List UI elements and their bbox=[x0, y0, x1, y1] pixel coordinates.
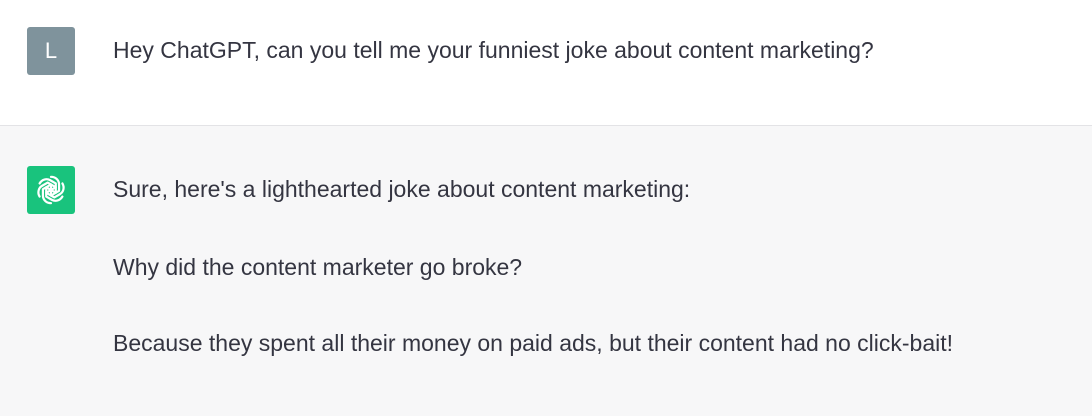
assistant-paragraph: Why did the content marketer go broke? bbox=[113, 254, 523, 280]
assistant-paragraph: Because they spent all their money on pa… bbox=[113, 330, 954, 356]
assistant-message: Sure, here's a lighthearted joke about c… bbox=[0, 126, 1092, 416]
user-message: L Hey ChatGPT, can you tell me your funn… bbox=[0, 0, 1092, 126]
assistant-avatar bbox=[27, 166, 75, 214]
openai-logo-icon bbox=[37, 175, 65, 205]
user-avatar: L bbox=[27, 27, 75, 75]
user-message-text: Hey ChatGPT, can you tell me your funnie… bbox=[113, 37, 874, 63]
chat-thread: L Hey ChatGPT, can you tell me your funn… bbox=[0, 0, 1092, 416]
assistant-paragraph: Sure, here's a lighthearted joke about c… bbox=[113, 176, 691, 202]
